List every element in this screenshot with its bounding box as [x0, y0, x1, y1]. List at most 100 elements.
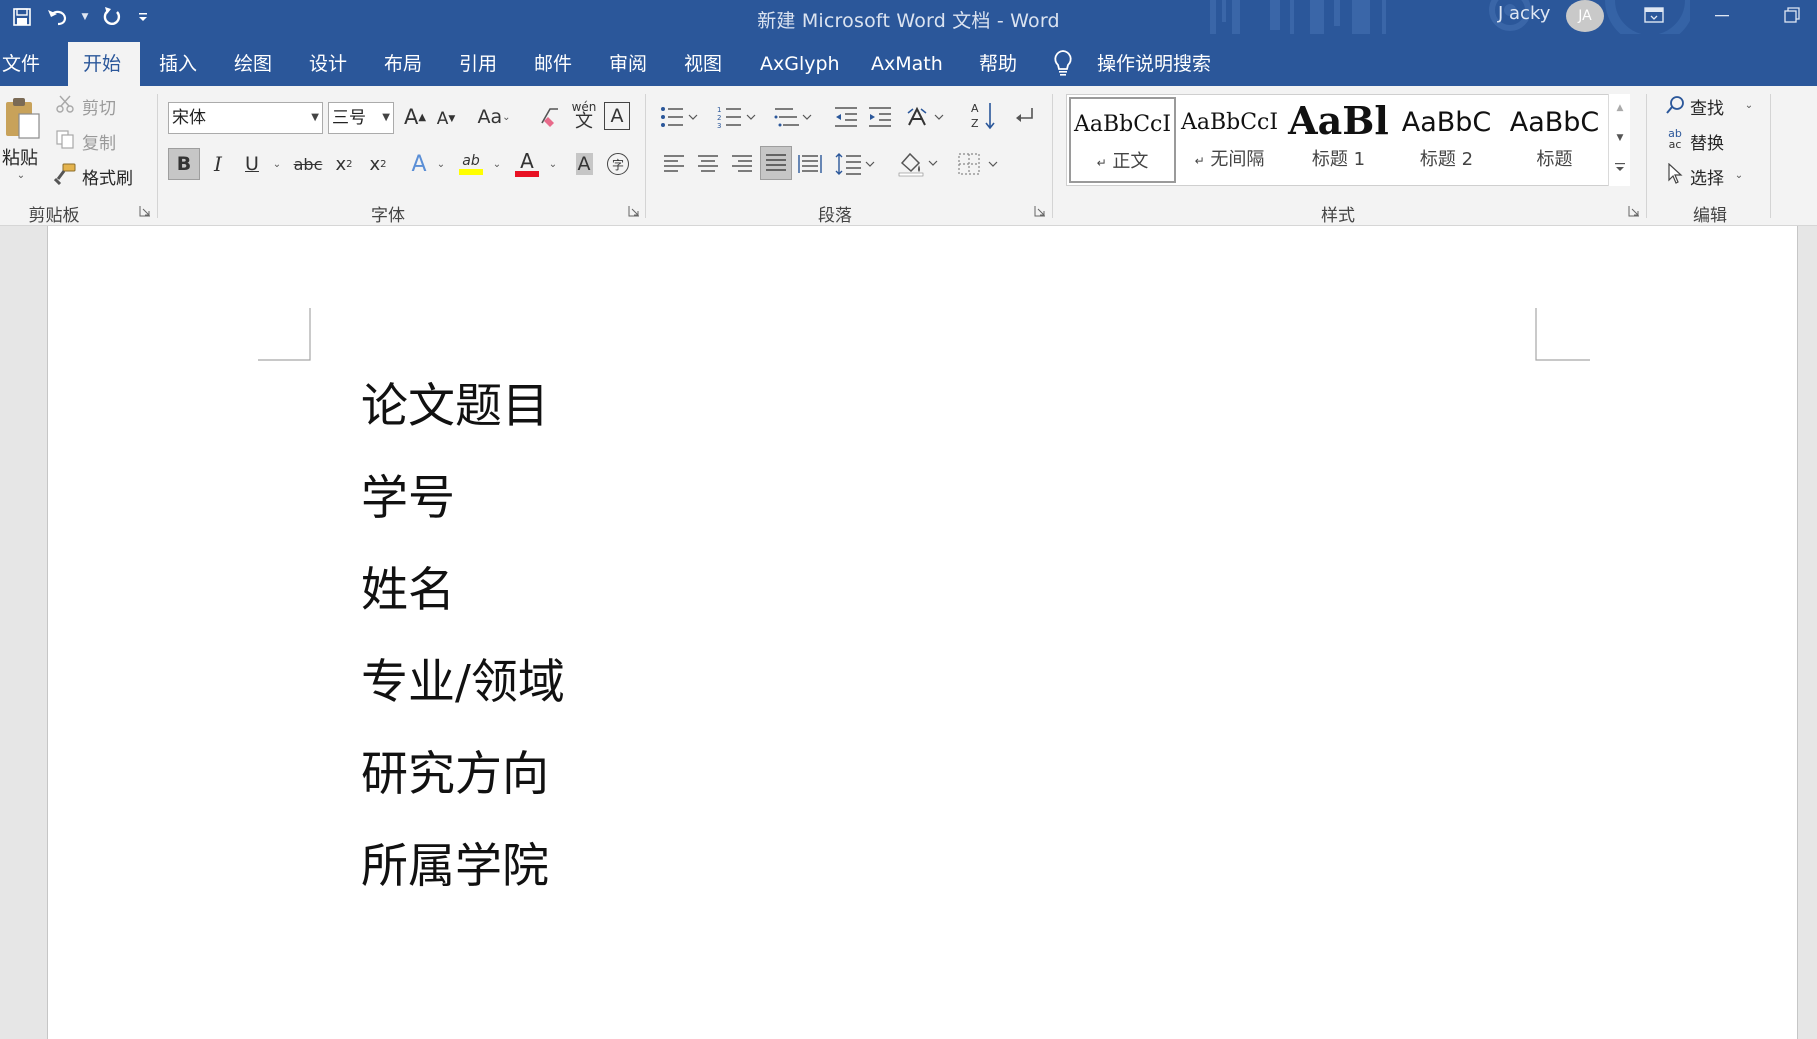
justify-icon[interactable] — [760, 146, 792, 180]
styles-scroll-down-icon[interactable]: ▼ — [1611, 128, 1629, 148]
document-line-name[interactable]: 姓名 — [361, 567, 455, 614]
style-title[interactable]: AaBbC 标题 — [1501, 97, 1608, 183]
cursor-select-icon[interactable] — [1664, 162, 1686, 186]
phonetic-guide-button[interactable]: wén 文 — [570, 98, 598, 134]
cut-button[interactable]: 剪切 — [82, 94, 116, 119]
search-icon[interactable] — [1664, 93, 1686, 117]
minimize-icon[interactable] — [1702, 0, 1742, 30]
replace-icon[interactable]: ab ac — [1662, 126, 1688, 152]
tab-layout[interactable]: 布局 — [369, 42, 437, 86]
styles-launcher-icon[interactable] — [1628, 205, 1640, 217]
tab-mailings[interactable]: 邮件 — [519, 42, 587, 86]
italic-button[interactable]: I — [204, 148, 232, 180]
font-size-combo[interactable]: 三号 ▼ — [328, 102, 394, 134]
cut-icon[interactable] — [54, 93, 76, 115]
document-line-major[interactable]: 专业/领域 — [361, 659, 565, 706]
tab-design[interactable]: 设计 — [294, 42, 362, 86]
decrease-indent-icon[interactable] — [832, 102, 860, 132]
styles-more-icon[interactable] — [1611, 156, 1629, 178]
underline-button[interactable]: U — [238, 148, 266, 180]
find-dropdown-icon[interactable]: ⌄ — [1742, 98, 1756, 112]
shrink-font-button[interactable]: A ▼ — [434, 104, 458, 134]
character-shading-button[interactable]: A — [570, 148, 598, 180]
tab-file[interactable]: 文件 — [0, 42, 42, 86]
font-color-button[interactable]: A — [512, 148, 542, 180]
user-name[interactable]: J acky — [1498, 3, 1550, 24]
find-button[interactable]: 查找 — [1690, 94, 1724, 119]
avatar[interactable]: JA — [1566, 0, 1604, 32]
lightbulb-icon[interactable] — [1052, 49, 1074, 81]
paste-dropdown-icon[interactable]: ⌄ — [12, 168, 30, 182]
tab-help[interactable]: 帮助 — [964, 42, 1032, 86]
paste-button[interactable]: 粘贴 — [2, 144, 38, 170]
line-spacing-icon[interactable] — [834, 148, 878, 180]
copy-button[interactable]: 复制 — [82, 129, 116, 154]
text-effects-dropdown-icon[interactable]: ⌄ — [434, 156, 448, 172]
font-launcher-icon[interactable] — [628, 205, 640, 217]
bold-button[interactable]: B — [168, 148, 200, 180]
borders-icon[interactable] — [956, 148, 1002, 180]
format-painter-icon[interactable] — [54, 163, 76, 185]
align-right-icon[interactable] — [728, 148, 756, 180]
clear-formatting-icon[interactable] — [536, 102, 564, 132]
sort-icon[interactable]: AZ — [970, 100, 998, 132]
tab-insert[interactable]: 插入 — [144, 42, 212, 86]
multilevel-list-icon[interactable] — [772, 102, 816, 132]
underline-icon: U — [245, 153, 259, 175]
document-line-thesis-title[interactable]: 论文题目 — [361, 383, 549, 430]
superscript-button[interactable]: x2 — [364, 148, 392, 180]
highlight-dropdown-icon[interactable]: ⌄ — [490, 156, 504, 172]
distributed-icon[interactable] — [796, 148, 824, 180]
enclose-characters-button[interactable]: 字 — [604, 149, 632, 179]
select-dropdown-icon[interactable]: ⌄ — [1732, 168, 1746, 182]
font-color-dropdown-icon[interactable]: ⌄ — [546, 156, 560, 172]
style-no-spacing[interactable]: AaBbCcI ↵ 无间隔 — [1176, 97, 1283, 183]
subscript-button[interactable]: x2 — [330, 148, 358, 180]
tab-view[interactable]: 视图 — [669, 42, 737, 86]
shading-icon[interactable] — [896, 146, 942, 180]
style-title-label: 标题 — [1536, 149, 1573, 170]
style-normal[interactable]: AaBbCcI ↵ 正文 — [1069, 97, 1176, 183]
show-formatting-marks-icon[interactable] — [1010, 102, 1038, 130]
select-button[interactable]: 选择 — [1690, 164, 1724, 189]
chinese-layout-icon[interactable] — [906, 102, 950, 132]
paragraph-launcher-icon[interactable] — [1034, 205, 1046, 217]
ribbon-display-options-icon[interactable] — [1634, 0, 1674, 30]
style-heading-2[interactable]: AaBbC 标题 2 — [1393, 97, 1500, 183]
align-left-icon[interactable] — [660, 148, 688, 180]
copy-icon[interactable] — [54, 128, 76, 150]
character-border-button[interactable]: A — [604, 102, 630, 130]
format-painter-button[interactable]: 格式刷 — [82, 164, 133, 189]
tab-review[interactable]: 审阅 — [594, 42, 662, 86]
document-line-college[interactable]: 所属学院 — [361, 843, 549, 890]
replace-button[interactable]: 替换 — [1690, 129, 1724, 154]
paste-icon[interactable] — [2, 96, 44, 142]
tab-home[interactable]: 开始 — [68, 42, 140, 86]
bullets-icon[interactable] — [658, 102, 702, 132]
chevron-down-icon[interactable]: ▼ — [311, 103, 319, 133]
tab-references[interactable]: 引用 — [444, 42, 512, 86]
change-case-button[interactable]: Aa ⌄ — [474, 102, 514, 132]
document-line-student-id[interactable]: 学号 — [361, 475, 455, 522]
font-name-value: 宋体 — [172, 108, 206, 128]
grow-font-button[interactable]: A ▲ — [402, 102, 428, 132]
increase-indent-icon[interactable] — [866, 102, 894, 132]
numbering-icon[interactable]: 123 — [716, 102, 760, 132]
tab-axglyph[interactable]: AxGlyph — [745, 42, 855, 86]
tab-axmath[interactable]: AxMath — [856, 42, 958, 86]
underline-dropdown-icon[interactable]: ⌄ — [270, 156, 284, 172]
document-line-research-direction[interactable]: 研究方向 — [361, 751, 549, 798]
styles-scroll-up-icon[interactable]: ▲ — [1611, 98, 1629, 118]
document-page[interactable]: 论文题目 学号 姓名 专业/领域 研究方向 所属学院 — [47, 226, 1798, 1039]
align-center-icon[interactable] — [694, 148, 722, 180]
tab-draw[interactable]: 绘图 — [219, 42, 287, 86]
restore-icon[interactable] — [1772, 0, 1812, 30]
tell-me-search[interactable]: 操作说明搜索 — [1082, 42, 1226, 86]
chevron-down-icon[interactable]: ▼ — [382, 103, 390, 133]
highlight-button[interactable]: ab — [456, 148, 486, 180]
strikethrough-button[interactable]: abc — [292, 148, 324, 180]
clipboard-launcher-icon[interactable] — [139, 205, 151, 217]
text-effects-button[interactable]: A — [406, 148, 432, 180]
style-heading-1[interactable]: AaBl 标题 1 — [1285, 97, 1392, 183]
font-name-combo[interactable]: 宋体 ▼ — [168, 102, 323, 134]
